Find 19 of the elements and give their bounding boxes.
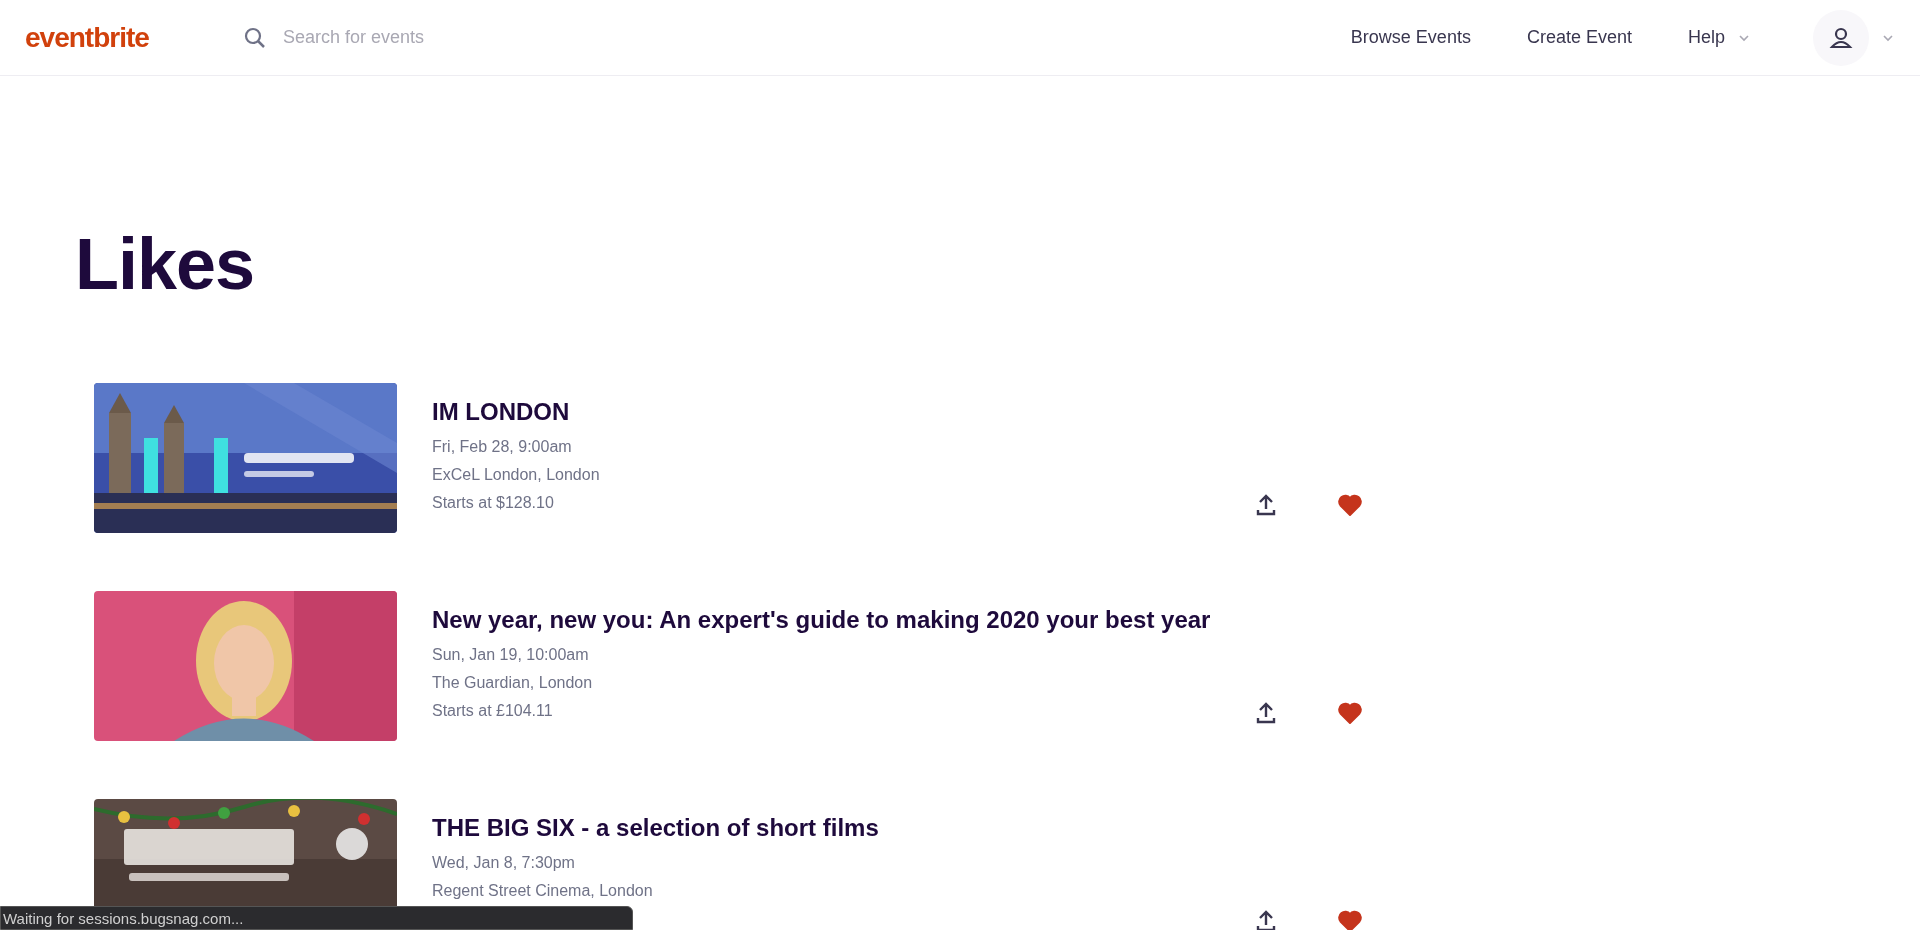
search-field[interactable]: Search for events bbox=[283, 24, 683, 51]
event-price: Starts at £104.11 bbox=[432, 701, 554, 721]
event-date: Wed, Jan 8, 7:30pm bbox=[432, 853, 576, 873]
event-venue: Regent Street Cinema, London bbox=[432, 881, 654, 901]
search-icon bbox=[243, 25, 267, 50]
event-venue: The Guardian, London bbox=[432, 673, 594, 693]
event-title[interactable]: IM LONDON bbox=[432, 397, 1232, 427]
event-title[interactable]: THE BIG SIX - a selection of short films bbox=[432, 813, 1232, 843]
page-title: Likes bbox=[75, 228, 256, 300]
nav-link[interactable]: Create Event bbox=[1526, 24, 1632, 51]
nav-link[interactable]: Browse Events bbox=[1350, 24, 1471, 51]
event-price: Starts at $128.10 bbox=[432, 493, 555, 513]
event-venue: ExCeL London, London bbox=[432, 465, 601, 485]
event-title[interactable]: New year, new you: An expert's guide to making 2020 your best year bbox=[432, 605, 1232, 635]
status-bar: Waiting for sessions.bugsnag.com... bbox=[0, 906, 633, 930]
logo[interactable]: eventbrite bbox=[25, 16, 195, 59]
help-menu[interactable]: Help bbox=[1687, 24, 1751, 51]
event-date: Sun, Jan 19, 10:00am bbox=[432, 645, 590, 665]
event-date: Fri, Feb 28, 9:00am bbox=[432, 437, 573, 457]
